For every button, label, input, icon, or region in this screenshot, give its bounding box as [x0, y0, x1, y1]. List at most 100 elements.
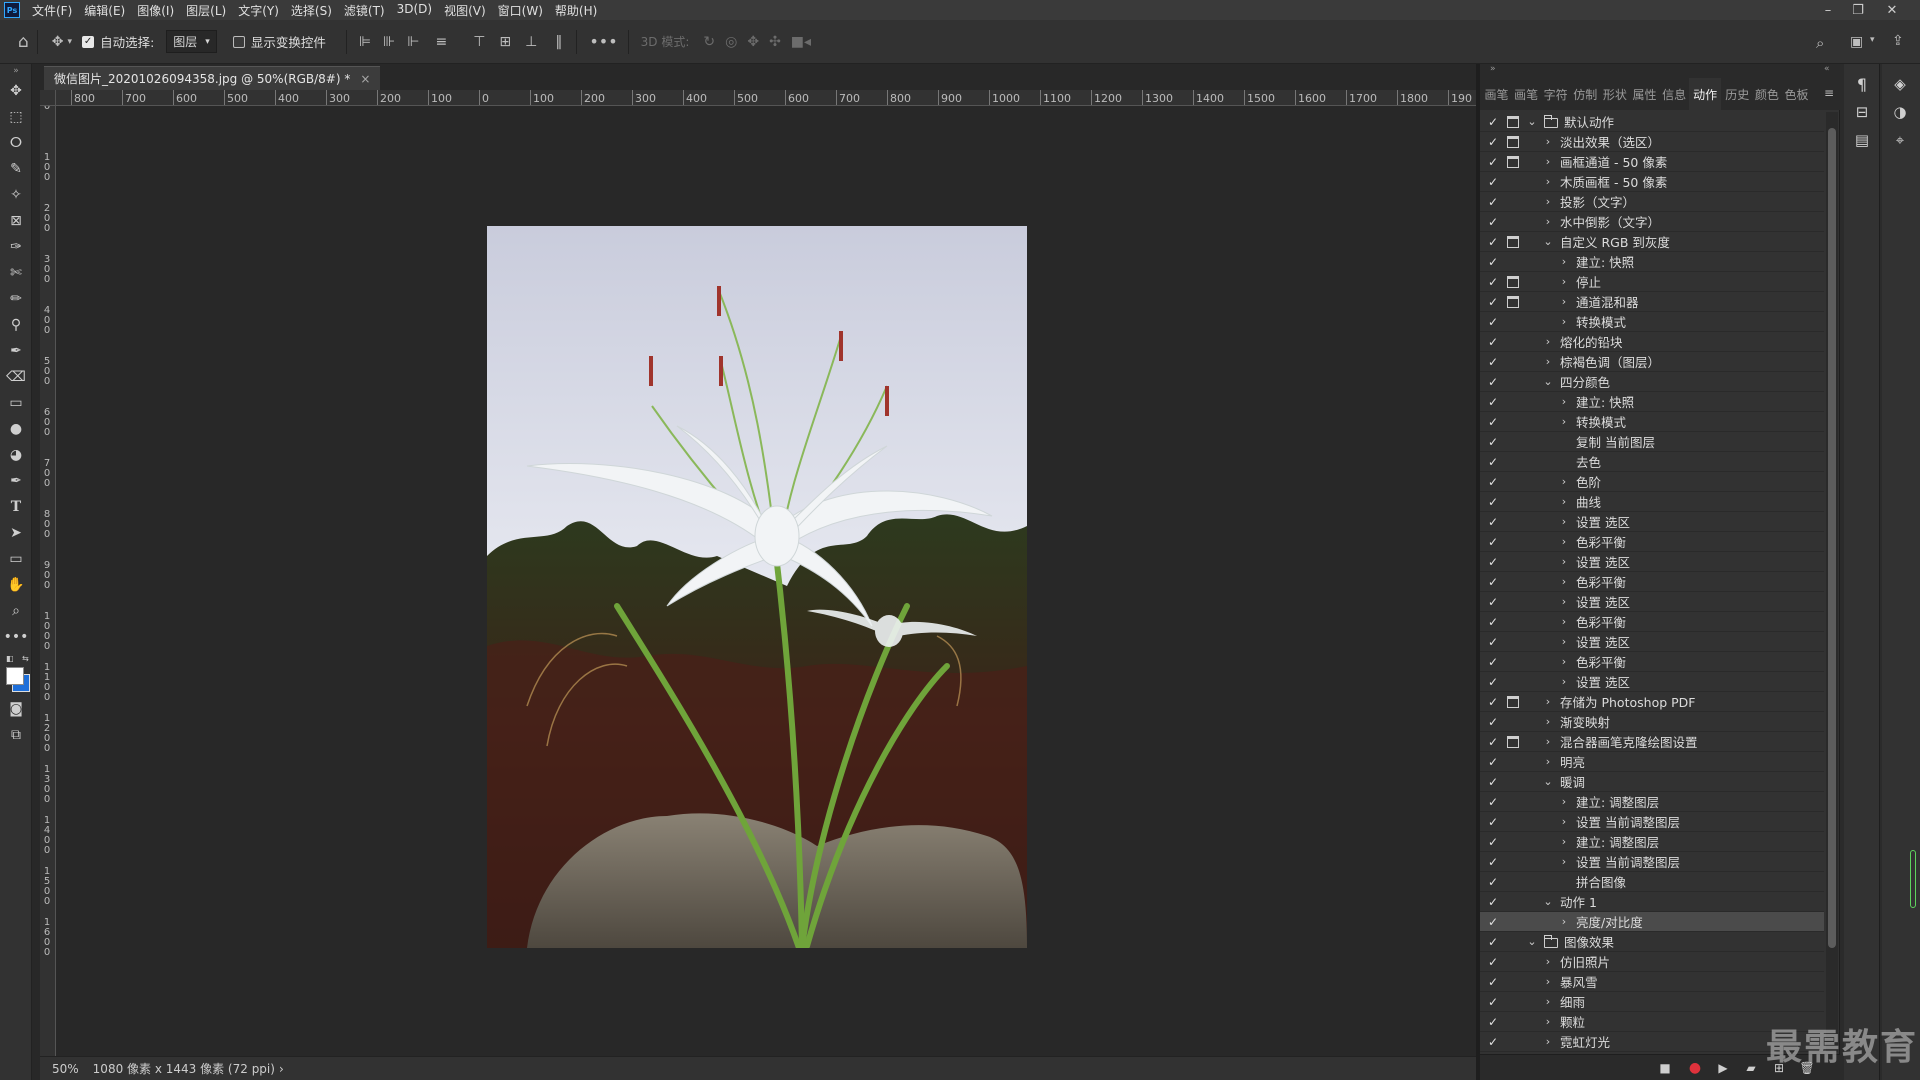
path-select-tool-icon[interactable]: ➤	[0, 520, 32, 546]
toggle-item-check-icon[interactable]: ✓	[1484, 215, 1502, 229]
search-icon[interactable]: ⌕	[1816, 34, 1824, 52]
toggle-item-check-icon[interactable]: ✓	[1484, 375, 1502, 389]
panel-tab[interactable]: 信息	[1660, 78, 1689, 110]
menu-item[interactable]: 选择(S)	[285, 2, 338, 19]
chevron-down-icon[interactable]: ⌄	[1542, 895, 1554, 908]
restore-icon[interactable]: ❐	[1842, 0, 1874, 20]
panel-menu-icon[interactable]: ≡	[1824, 86, 1834, 100]
layers-icon[interactable]: ◈	[1882, 70, 1918, 98]
history-icon[interactable]: ⊟	[1844, 98, 1880, 126]
menu-item[interactable]: 图层(L)	[180, 2, 232, 19]
panel-tab[interactable]: 色板	[1782, 78, 1811, 110]
close-tab-icon[interactable]: ×	[360, 72, 370, 86]
align-center-h-icon[interactable]: ⊪	[383, 34, 395, 50]
dialog-toggle-icon[interactable]	[1506, 995, 1520, 1009]
close-window-icon[interactable]: ✕	[1876, 0, 1908, 20]
dialog-toggle-icon[interactable]	[1506, 115, 1520, 129]
action-row[interactable]: ✓ › 棕褐色调（图层）	[1480, 352, 1824, 372]
panel-tab[interactable]: 画笔	[1512, 78, 1541, 110]
chevron-right-icon[interactable]: ›	[1558, 295, 1570, 308]
action-step-row[interactable]: ✓ › 色彩平衡	[1480, 612, 1824, 632]
vertical-ruler[interactable]: 0 100 200 300 400 500 600 700 800 900 1000 1100 1200…	[40, 106, 56, 1056]
color-swatches[interactable]: ◧ ⇆	[0, 650, 32, 696]
action-step-row[interactable]: ✓ › 转换模式	[1480, 412, 1824, 432]
brush-tool-icon[interactable]: ✏	[0, 286, 32, 312]
chevron-right-icon[interactable]: ›	[1542, 195, 1554, 208]
panel-tab[interactable]: 仿制	[1571, 78, 1600, 110]
toggle-item-check-icon[interactable]: ✓	[1484, 1035, 1502, 1049]
chevron-right-icon[interactable]: ›	[1558, 415, 1570, 428]
dialog-toggle-icon[interactable]	[1506, 375, 1520, 389]
action-row[interactable]: ✓ ⌄ 四分颜色	[1480, 372, 1824, 392]
toggle-item-check-icon[interactable]: ✓	[1484, 855, 1502, 869]
action-step-row[interactable]: ✓ › 建立: 快照	[1480, 392, 1824, 412]
action-step-row[interactable]: ✓ 拼合图像	[1480, 872, 1824, 892]
notes-icon[interactable]: ▤	[1844, 126, 1880, 154]
dialog-toggle-icon[interactable]	[1506, 255, 1520, 269]
action-step-row[interactable]: ✓ › 亮度/对比度	[1480, 912, 1824, 932]
action-row[interactable]: ✓ ⌄ 暖调	[1480, 772, 1824, 792]
blur-tool-icon[interactable]: ●	[0, 416, 32, 442]
toggle-item-check-icon[interactable]: ✓	[1484, 535, 1502, 549]
chevron-right-icon[interactable]: ›	[1542, 175, 1554, 188]
toggle-item-check-icon[interactable]: ✓	[1484, 815, 1502, 829]
toggle-item-check-icon[interactable]: ✓	[1484, 555, 1502, 569]
crop-tool-icon[interactable]: ⊠	[0, 208, 32, 234]
dialog-toggle-icon[interactable]	[1506, 655, 1520, 669]
hand-tool-icon[interactable]: ✋	[0, 572, 32, 598]
dialog-toggle-icon[interactable]	[1506, 515, 1520, 529]
chevron-right-icon[interactable]: ›	[1558, 855, 1570, 868]
document-tab[interactable]: 微信图片_20201026094358.jpg @ 50%(RGB/8#) * …	[44, 66, 381, 90]
chevron-right-icon[interactable]: ›	[1558, 915, 1570, 928]
history-brush-tool-icon[interactable]: ✒	[0, 338, 32, 364]
menu-item[interactable]: 帮助(H)	[549, 2, 603, 19]
action-row[interactable]: ✓ › 水中倒影（文字）	[1480, 212, 1824, 232]
magic-wand-tool-icon[interactable]: ✧	[0, 182, 32, 208]
distribute-vertical-icon[interactable]: ‖	[555, 34, 562, 50]
quick-mask-icon[interactable]: ◙	[0, 696, 32, 722]
horizontal-ruler[interactable]: 800 700 600 500 400 300 200 100 0 100 200 300 400 500…	[56, 90, 1476, 106]
healing-brush-tool-icon[interactable]: ✄	[0, 260, 32, 286]
action-step-row[interactable]: ✓ › 通道混和器	[1480, 292, 1824, 312]
dialog-toggle-icon[interactable]	[1506, 495, 1520, 509]
action-step-row[interactable]: ✓ › 建立: 调整图层	[1480, 832, 1824, 852]
dialog-toggle-icon[interactable]	[1506, 575, 1520, 589]
chevron-down-icon[interactable]: ⌄	[1526, 935, 1538, 948]
chevron-right-icon[interactable]: ›	[1542, 715, 1554, 728]
chevron-right-icon[interactable]: ›	[1558, 475, 1570, 488]
dialog-toggle-icon[interactable]	[1506, 775, 1520, 789]
toggle-item-check-icon[interactable]: ✓	[1484, 755, 1502, 769]
action-step-row[interactable]: ✓ › 色彩平衡	[1480, 532, 1824, 552]
dialog-toggle-icon[interactable]	[1506, 335, 1520, 349]
action-step-row[interactable]: ✓ › 色阶	[1480, 472, 1824, 492]
toggle-item-check-icon[interactable]: ✓	[1484, 875, 1502, 889]
toggle-item-check-icon[interactable]: ✓	[1484, 675, 1502, 689]
action-row[interactable]: ✓ ⌄ 自定义 RGB 到灰度	[1480, 232, 1824, 252]
panel-tab[interactable]: 动作	[1689, 78, 1722, 110]
document-image[interactable]	[487, 226, 1027, 948]
toggle-item-check-icon[interactable]: ✓	[1484, 195, 1502, 209]
action-step-row[interactable]: ✓ › 转换模式	[1480, 312, 1824, 332]
toggle-item-check-icon[interactable]: ✓	[1484, 335, 1502, 349]
dialog-toggle-icon[interactable]	[1506, 815, 1520, 829]
action-row[interactable]: ✓ › 暴风雪	[1480, 972, 1824, 992]
action-step-row[interactable]: ✓ 复制 当前图层	[1480, 432, 1824, 452]
3d-orbit-icon[interactable]: ↻	[703, 34, 715, 50]
dialog-toggle-icon[interactable]	[1506, 615, 1520, 629]
action-step-row[interactable]: ✓ › 设置 选区	[1480, 632, 1824, 652]
toggle-item-check-icon[interactable]: ✓	[1484, 795, 1502, 809]
chevron-right-icon[interactable]: ›	[1558, 575, 1570, 588]
status-menu-arrow-icon[interactable]: ›	[279, 1062, 284, 1076]
toggle-item-check-icon[interactable]: ✓	[1484, 475, 1502, 489]
dialog-toggle-icon[interactable]	[1506, 795, 1520, 809]
dialog-toggle-icon[interactable]	[1506, 455, 1520, 469]
chevron-down-icon[interactable]: ▾	[1870, 35, 1875, 45]
home-icon[interactable]: ⌂	[18, 32, 29, 52]
3d-camera-icon[interactable]: ■◂	[791, 34, 811, 50]
menu-item[interactable]: 文字(Y)	[232, 2, 285, 19]
chevron-right-icon[interactable]: ›	[1558, 495, 1570, 508]
menu-item[interactable]: 文件(F)	[26, 2, 78, 19]
dialog-toggle-icon[interactable]	[1506, 235, 1520, 249]
marquee-tool-icon[interactable]: ⬚	[0, 104, 32, 130]
eraser-tool-icon[interactable]: ⌫	[0, 364, 32, 390]
